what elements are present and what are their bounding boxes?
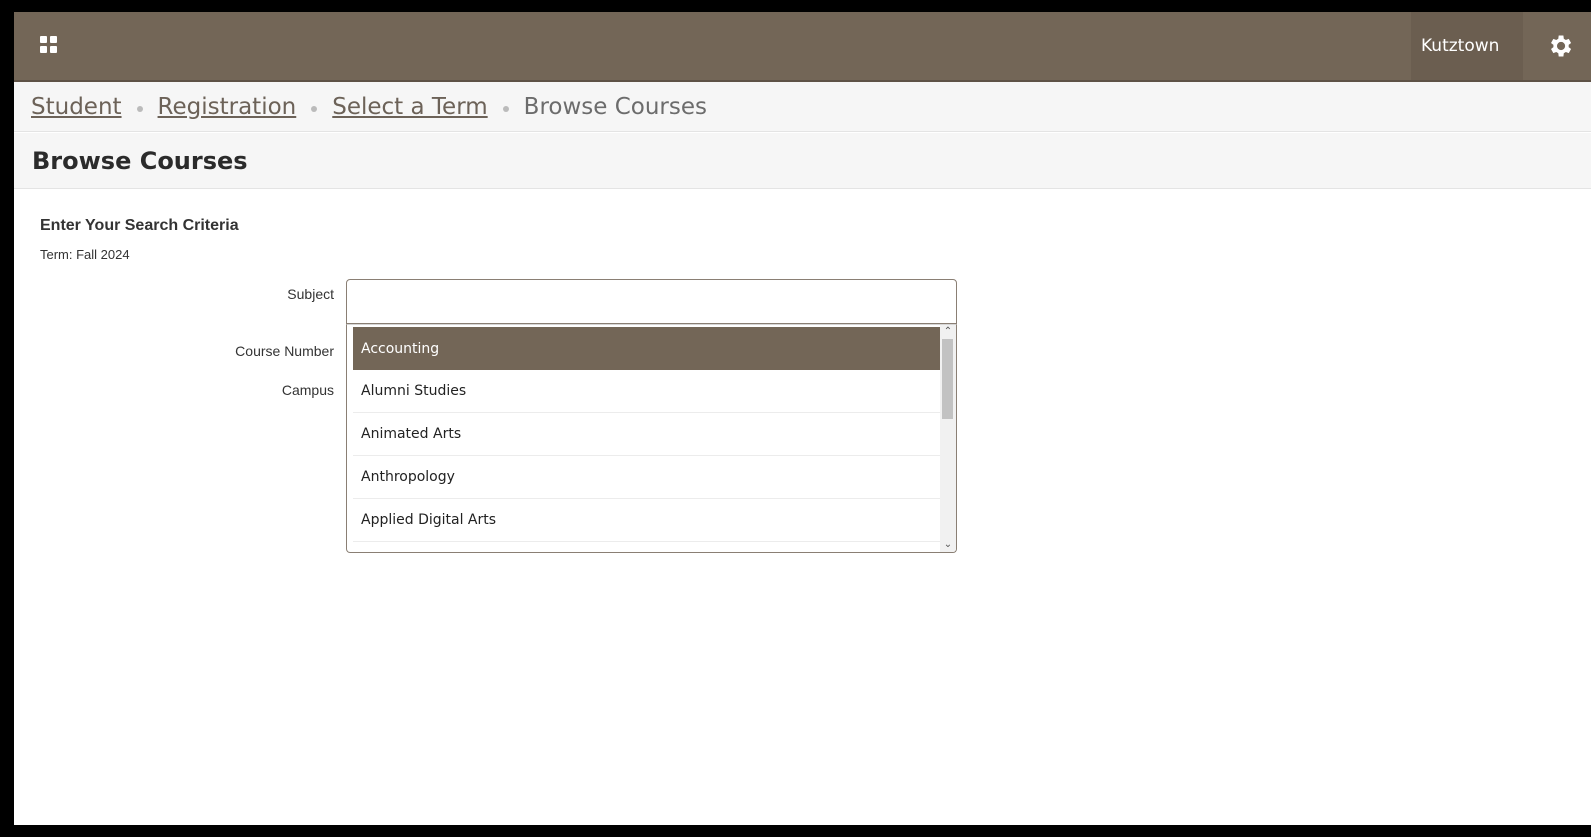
subject-option-applied-digital-arts[interactable]: Applied Digital Arts (353, 499, 940, 542)
breadcrumb-separator (502, 105, 509, 112)
scrollbar-thumb[interactable] (942, 339, 953, 419)
term-label: Term: Fall 2024 (40, 247, 130, 262)
breadcrumb-registration[interactable]: Registration (158, 94, 297, 120)
browser-viewport: Kutztown Student Registration Select a T… (14, 12, 1591, 825)
subject-option-anthropology[interactable]: Anthropology (353, 456, 940, 499)
subject-dropdown-list[interactable]: Accounting Alumni Studies Animated Arts … (346, 324, 957, 553)
scroll-down-icon[interactable]: ⌄ (942, 539, 954, 551)
subject-input[interactable] (346, 279, 957, 324)
subject-option-accounting[interactable]: Accounting (353, 327, 940, 370)
institution-name[interactable]: Kutztown (1411, 12, 1523, 80)
breadcrumb-student[interactable]: Student (31, 94, 122, 120)
breadcrumb-current: Browse Courses (523, 93, 708, 120)
breadcrumb-select-term[interactable]: Select a Term (332, 94, 487, 120)
course-number-label: Course Number (235, 343, 334, 359)
search-criteria-heading: Enter Your Search Criteria (40, 217, 239, 234)
top-header: Kutztown (14, 12, 1591, 82)
subject-option-animated-arts[interactable]: Animated Arts (353, 413, 940, 456)
breadcrumb-separator (311, 105, 318, 112)
scroll-up-icon[interactable]: ⌃ (942, 326, 954, 338)
page-title: Browse Courses (32, 146, 248, 175)
breadcrumb: Student Registration Select a Term Brows… (14, 82, 1591, 132)
apps-grid-icon[interactable] (40, 36, 58, 54)
dropdown-scrollbar[interactable]: ⌃ ⌄ (940, 325, 956, 552)
breadcrumb-separator (136, 105, 143, 112)
subject-option-alumni-studies[interactable]: Alumni Studies (353, 370, 940, 413)
gear-icon[interactable] (1546, 32, 1574, 60)
page-title-bar: Browse Courses (14, 133, 1591, 189)
campus-label: Campus (281, 382, 334, 398)
subject-label: Subject (287, 286, 334, 302)
